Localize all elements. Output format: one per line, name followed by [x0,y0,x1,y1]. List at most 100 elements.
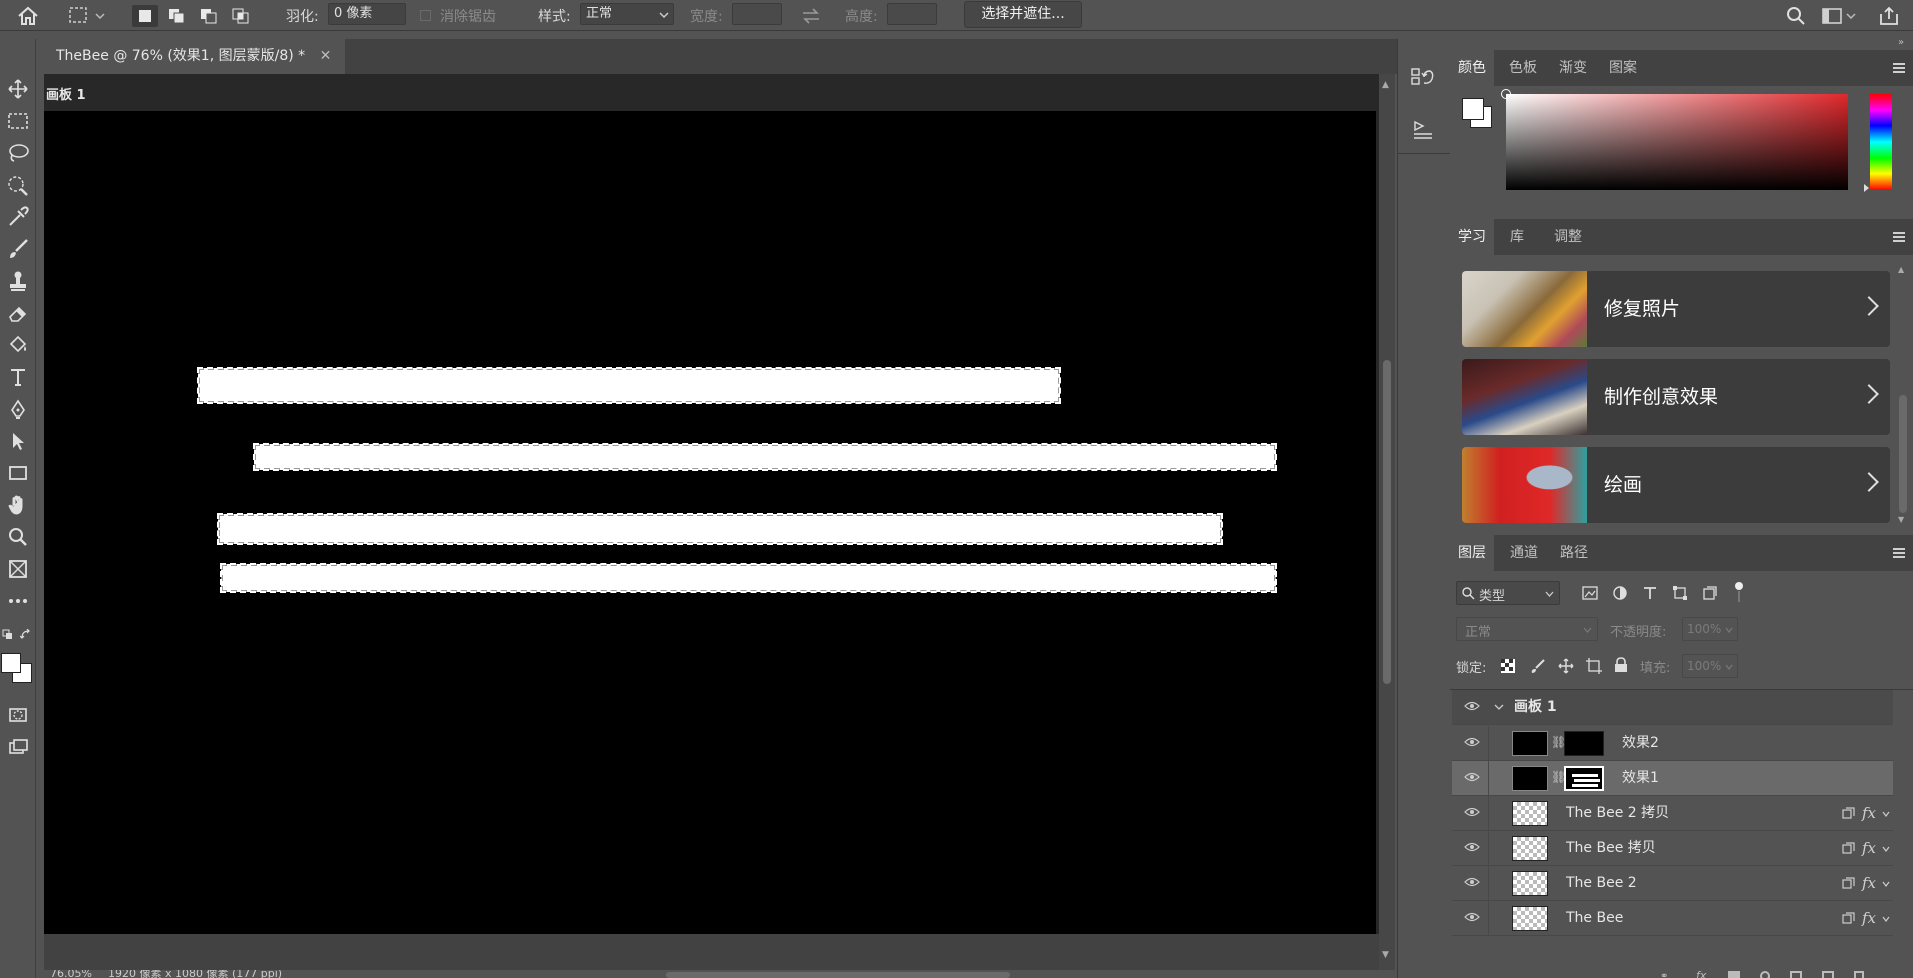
lock-artboard-icon[interactable] [1586,658,1602,678]
width-input[interactable] [732,3,782,25]
panel-foreground-swatch[interactable] [1462,98,1484,120]
new-selection-button[interactable] [132,5,158,27]
eraser-tool-icon[interactable] [4,299,32,327]
scroll-down-icon[interactable]: ▼ [1382,950,1389,960]
document-canvas[interactable] [44,111,1376,934]
eye-icon[interactable] [1464,806,1480,818]
learn-panel-scrollbar[interactable]: ▲ ▼ [1898,265,1908,525]
more-tools-icon[interactable] [4,587,32,615]
chevron-down-icon[interactable] [1882,916,1890,922]
canvas-vertical-scrollbar[interactable]: ▲ ▼ [1379,74,1395,978]
tab-libraries[interactable]: 库 [1510,219,1524,255]
path-selection-tool-icon[interactable] [4,427,32,455]
quick-mask-icon[interactable] [4,701,32,729]
intersect-selection-button[interactable] [228,5,254,27]
marquee-tool-icon[interactable] [4,107,32,135]
style-select[interactable]: 正常 [580,3,674,25]
tab-paths[interactable]: 路径 [1560,535,1588,571]
eye-icon[interactable] [1464,911,1480,923]
eye-icon[interactable] [1464,771,1480,783]
select-and-mask-button[interactable]: 选择并遮住... [964,1,1082,28]
eye-icon[interactable] [1464,700,1480,712]
new-group-icon[interactable] [1790,971,1802,978]
layer-name[interactable]: 效果1 [1622,761,1659,796]
screen-mode-icon[interactable] [4,733,32,761]
eye-icon[interactable] [1464,736,1480,748]
tab-patterns[interactable]: 图案 [1609,50,1637,86]
frame-tool-icon[interactable] [4,555,32,583]
filter-pixel-icon[interactable] [1582,586,1598,604]
document-tab[interactable]: TheBee @ 76% (效果1, 图层蒙版/8) * ✕ [44,39,346,74]
tab-layers[interactable]: 图层 [1450,535,1494,571]
layer-row[interactable]: The Bee 拷贝 fx [1452,831,1893,866]
tab-adjustments[interactable]: 调整 [1554,219,1582,255]
rectangle-tool-icon[interactable] [4,459,32,487]
scrollbar-thumb[interactable] [1383,360,1391,684]
hand-tool-icon[interactable] [4,491,32,519]
fx-icon[interactable]: fx [1696,971,1706,978]
feather-input[interactable]: 0 像素 [328,3,406,25]
lasso-tool-icon[interactable] [4,139,32,167]
hue-slider-handle[interactable] [1864,184,1869,192]
learn-card[interactable]: 绘画 [1462,447,1890,523]
layer-row[interactable]: ⛓ 效果1 [1452,761,1893,796]
home-icon[interactable] [16,5,40,27]
panel-menu-icon[interactable] [1893,548,1905,558]
color-picker-handle[interactable] [1501,89,1511,99]
layer-name[interactable]: 画板 1 [1514,690,1557,725]
layer-name[interactable]: 效果2 [1622,726,1659,761]
fx-icon[interactable]: fx [1862,804,1876,822]
brush-tool-icon[interactable] [4,235,32,263]
eyedropper-tool-icon[interactable] [4,203,32,231]
stamp-tool-icon[interactable] [4,267,32,295]
default-colors-icon[interactable] [2,629,14,645]
history-panel-icon[interactable] [1410,67,1436,95]
swap-colors-icon[interactable] [19,628,32,645]
paint-bucket-tool-icon[interactable] [4,331,32,359]
chevron-down-icon[interactable] [1882,811,1890,817]
chevron-down-icon[interactable] [1882,881,1890,887]
layer-filter-select[interactable]: 类型 [1456,581,1560,605]
chevron-down-icon[interactable] [1882,846,1890,852]
opacity-input[interactable]: 100% [1682,617,1738,641]
layer-name[interactable]: The Bee 2 [1566,866,1637,901]
layer-mask-thumbnail[interactable] [1564,766,1604,791]
fx-icon[interactable]: fx [1862,839,1876,857]
link-layers-icon[interactable]: ⚭ [1660,971,1668,978]
collapse-panels-icon[interactable]: » [1898,37,1904,48]
new-layer-icon[interactable] [1822,971,1834,978]
swap-dimensions-icon[interactable] [800,7,822,25]
tab-learn[interactable]: 学习 [1450,219,1494,255]
filter-toggle-icon[interactable] [1734,581,1744,607]
filter-shape-icon[interactable] [1672,585,1688,605]
layer-name[interactable]: The Bee 2 拷贝 [1566,796,1669,831]
layer-row[interactable]: The Bee 2 fx [1452,866,1893,901]
panel-menu-icon[interactable] [1893,63,1905,73]
marquee-preset-icon[interactable] [68,6,108,26]
tab-channels[interactable]: 通道 [1510,535,1538,571]
add-mask-icon[interactable] [1728,971,1740,978]
height-input[interactable] [887,3,937,25]
subtract-selection-button[interactable] [196,5,222,27]
tab-gradients[interactable]: 渐变 [1559,50,1587,86]
chevron-down-icon[interactable] [1494,704,1504,711]
zoom-tool-icon[interactable] [4,523,32,551]
antialias-checkbox[interactable] [420,10,431,21]
lock-all-icon[interactable] [1614,657,1628,677]
search-icon[interactable] [1786,6,1806,30]
document-info[interactable]: 1920 像素 x 1080 像素 (177 ppi) [108,970,282,978]
fx-icon[interactable]: fx [1862,874,1876,892]
delete-layer-icon[interactable] [1854,971,1864,978]
fx-icon[interactable]: fx [1862,909,1876,927]
layer-name[interactable]: The Bee [1566,901,1623,936]
eye-icon[interactable] [1464,841,1480,853]
artboard-label[interactable]: 画板 1 [46,84,86,103]
workspace-icon[interactable] [1822,7,1860,29]
scroll-down-icon[interactable]: ▼ [1898,515,1904,524]
tab-swatches[interactable]: 色板 [1509,50,1537,86]
layer-mask-thumbnail[interactable] [1564,731,1604,756]
properties-panel-icon[interactable] [1410,119,1436,147]
lock-pixels-icon[interactable] [1530,658,1546,678]
layer-row[interactable]: ⛓ 效果2 [1452,726,1893,761]
scrollbar-thumb[interactable] [1899,395,1907,513]
